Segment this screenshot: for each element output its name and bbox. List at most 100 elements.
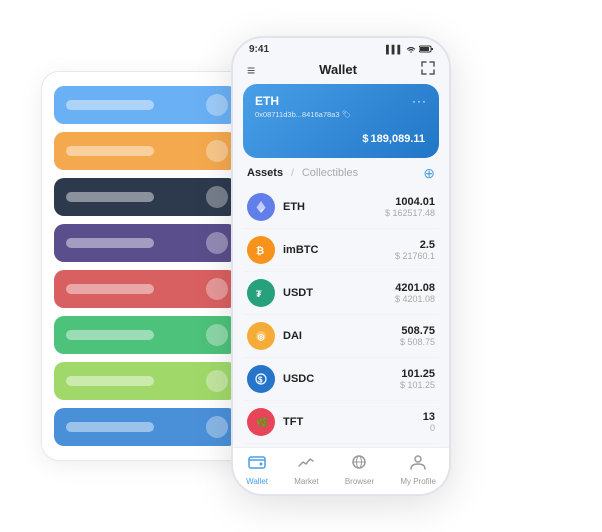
eth-card[interactable]: ETH ··· 0x08711d3b...8416a78a3 🏷 $189,08… [243,84,439,158]
nav-wallet-label: Wallet [246,477,268,486]
tab-assets[interactable]: Assets [247,167,283,179]
status-bar: 9:41 ▌▌▌ [233,38,449,57]
svg-text:$: $ [258,376,263,385]
currency-symbol: $ [362,133,368,145]
dot-decoration [206,324,228,346]
tab-separator: / [291,168,294,179]
svg-text:◎: ◎ [258,333,265,342]
asset-symbol: TFT [283,416,423,428]
svg-text:₿: ₿ [256,245,264,257]
asset-amount: 13 [423,411,435,423]
stack-item [54,86,238,124]
bottom-nav: Wallet Market Browser My Profile [233,447,449,494]
scene: 9:41 ▌▌▌ ≡ Wallet ETH ··· [11,11,591,521]
eth-options[interactable]: ··· [412,94,427,108]
nav-profile-label: My Profile [400,477,436,486]
add-asset-button[interactable]: ⊕ [423,166,435,180]
dot-decoration [206,140,228,162]
list-item[interactable]: ₿ imBTC 2.5 $ 21760.1 [243,229,439,272]
asset-symbol: USDT [283,287,395,299]
assets-header: Assets / Collectibles ⊕ [233,166,449,186]
eth-icon [247,193,275,221]
asset-amount: 1004.01 [385,196,435,208]
list-item[interactable]: ₮ USDT 4201.08 $ 4201.08 [243,272,439,315]
stack-item [54,270,238,308]
tft-icon: 🌿 [247,408,275,436]
asset-amount: 101.25 [400,368,435,380]
bar-decoration [66,422,154,432]
list-item[interactable]: ETH 1004.01 $ 162517.48 [243,186,439,229]
asset-amounts: 1004.01 $ 162517.48 [385,196,435,218]
market-nav-icon [297,454,315,475]
asset-symbol: USDC [283,373,400,385]
phone-frame: 9:41 ▌▌▌ ≡ Wallet ETH ··· [231,36,451,496]
stack-item [54,362,238,400]
asset-amounts: 4201.08 $ 4201.08 [395,282,435,304]
asset-usd: 0 [423,423,435,433]
stack-item [54,408,238,446]
svg-text:🌿: 🌿 [256,416,268,429]
asset-usd: $ 21760.1 [395,251,435,261]
bar-decoration [66,192,154,202]
balance-amount: 189,089.11 [371,133,425,145]
asset-symbol: imBTC [283,244,395,256]
wifi-icon [406,45,416,55]
asset-symbol: DAI [283,330,400,342]
asset-amount: 2.5 [395,239,435,251]
browser-nav-icon [350,454,368,475]
svg-text:₮: ₮ [256,289,262,299]
stack-item [54,224,238,262]
card-stack [41,71,251,461]
imbtc-icon: ₿ [247,236,275,264]
eth-label: ETH [255,94,279,108]
asset-amounts: 2.5 $ 21760.1 [395,239,435,261]
usdc-icon: $ [247,365,275,393]
usdt-icon: ₮ [247,279,275,307]
asset-amount: 4201.08 [395,282,435,294]
dot-decoration [206,278,228,300]
dot-decoration [206,416,228,438]
stack-item [54,178,238,216]
list-item[interactable]: $ USDC 101.25 $ 101.25 [243,358,439,401]
expand-icon[interactable] [421,61,435,78]
dot-decoration [206,232,228,254]
bar-decoration [66,330,154,340]
stack-item [54,316,238,354]
asset-list: ETH 1004.01 $ 162517.48 ₿ imBTC 2.5 $ 21… [233,186,449,447]
asset-amount: 508.75 [400,325,435,337]
dai-icon: ◎ [247,322,275,350]
list-item[interactable]: ◎ DAI 508.75 $ 508.75 [243,315,439,358]
list-item[interactable]: 🌿 TFT 13 0 [243,401,439,444]
wallet-nav-icon [248,454,266,475]
dot-decoration [206,94,228,116]
battery-icon [419,45,433,55]
asset-usd: $ 4201.08 [395,294,435,304]
asset-usd: $ 101.25 [400,380,435,390]
dot-decoration [206,370,228,392]
bar-decoration [66,100,154,110]
menu-icon[interactable]: ≡ [247,62,255,78]
asset-symbol: ETH [283,201,385,213]
status-time: 9:41 [249,44,269,55]
bar-decoration [66,146,154,156]
bar-decoration [66,238,154,248]
nav-browser[interactable]: Browser [345,454,374,486]
asset-amounts: 508.75 $ 508.75 [400,325,435,347]
asset-usd: $ 162517.48 [385,208,435,218]
eth-card-top: ETH ··· [255,94,427,108]
bar-decoration [66,284,154,294]
nav-market-label: Market [294,477,318,486]
stack-item [54,132,238,170]
phone-header: ≡ Wallet [233,57,449,84]
nav-market[interactable]: Market [294,454,318,486]
asset-usd: $ 508.75 [400,337,435,347]
profile-nav-icon [409,454,427,475]
signal-icon: ▌▌▌ [386,45,403,54]
tab-collectibles[interactable]: Collectibles [302,167,358,179]
nav-wallet[interactable]: Wallet [246,454,268,486]
eth-balance: $189,089.11 [255,125,427,148]
bar-decoration [66,376,154,386]
status-icons: ▌▌▌ [386,45,433,55]
nav-profile[interactable]: My Profile [400,454,436,486]
asset-amounts: 101.25 $ 101.25 [400,368,435,390]
